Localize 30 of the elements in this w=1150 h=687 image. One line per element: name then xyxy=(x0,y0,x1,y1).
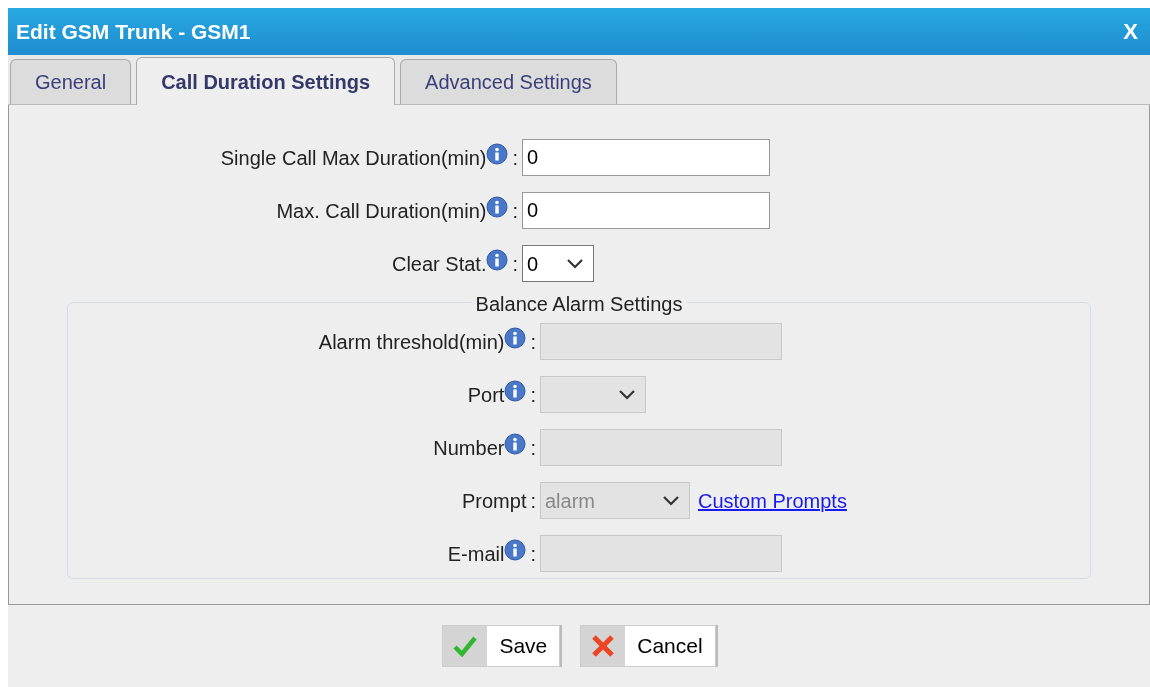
save-button[interactable]: Save xyxy=(442,625,561,667)
colon: : xyxy=(512,251,518,277)
checkmark-icon xyxy=(452,635,479,657)
field-label: Number xyxy=(433,435,505,461)
chevron-down-icon xyxy=(661,493,681,508)
colon: : xyxy=(530,382,536,408)
field-label: Prompt xyxy=(461,488,527,514)
cancel-button[interactable]: Cancel xyxy=(580,625,716,667)
tab[interactable]: General xyxy=(10,59,132,104)
text-field[interactable]: 0 xyxy=(522,192,770,229)
field-label: Max. Call Duration(min) xyxy=(276,198,487,224)
chevron-down-icon xyxy=(565,256,585,271)
colon: : xyxy=(530,329,536,355)
text-field[interactable]: 0 xyxy=(522,139,770,176)
colon: : xyxy=(512,145,518,171)
dropdown[interactable]: 0 xyxy=(522,245,594,282)
tab[interactable]: Advanced Settings xyxy=(400,59,617,104)
tab[interactable]: Call Duration Settings xyxy=(136,57,396,105)
colon: : xyxy=(530,541,536,567)
field-label: Alarm threshold(min) xyxy=(318,329,505,355)
colon: : xyxy=(512,198,518,224)
chevron-down-icon xyxy=(617,387,637,402)
colon: : xyxy=(530,435,536,461)
field-label: Clear Stat. xyxy=(391,251,487,277)
field-label: Port xyxy=(467,382,505,408)
field-label: Single Call Max Duration(min) xyxy=(220,145,487,171)
cross-icon xyxy=(590,633,617,659)
window-title: Edit GSM Trunk - GSM1 xyxy=(16,18,251,45)
field-label: E-mail xyxy=(447,541,505,567)
colon: : xyxy=(530,488,536,514)
